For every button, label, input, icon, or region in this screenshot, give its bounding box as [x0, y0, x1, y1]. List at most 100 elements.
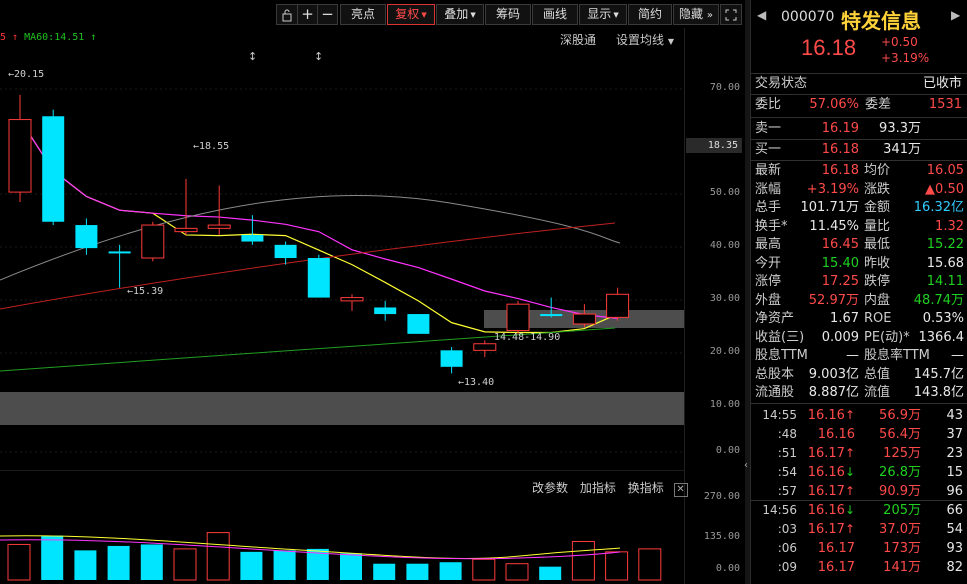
- quote-field-row: 最高 16.45 最低 15.22: [751, 236, 967, 254]
- zoom-out-icon[interactable]: −: [317, 4, 338, 25]
- candle-body: [340, 297, 364, 302]
- field-value: 52.97万: [808, 292, 859, 308]
- hide-button[interactable]: 隐藏 »: [673, 4, 719, 25]
- drag-arrow-1: ↕: [248, 50, 257, 63]
- change-params-button[interactable]: 改参数: [532, 481, 568, 495]
- zoom-in-icon[interactable]: +: [297, 4, 318, 25]
- tick-row[interactable]: 14:55 16.16↑ 56.9万 43: [751, 406, 967, 425]
- tick-row[interactable]: :03 16.17↑ 37.0万 54: [751, 520, 967, 539]
- chart-toolbar: + − 亮点 复权 ▼ 叠加 ▼ 筹码 画线 显示 ▼ 简约 隐藏 »: [0, 0, 745, 28]
- candle-body: [108, 251, 131, 254]
- tick-row[interactable]: :51 16.17↑ 125万 23: [751, 444, 967, 463]
- tick-time: :57: [777, 484, 797, 498]
- quote-field-row: 股息TTM — 股息率TTM —: [751, 347, 967, 365]
- tick-price: 16.17↑: [807, 484, 855, 499]
- kline-chart-pane[interactable]: + − 亮点 复权 ▼ 叠加 ▼ 筹码 画线 显示 ▼ 简约 隐藏 » 5 ↑ MA6…: [0, 0, 745, 584]
- volume-bar: [7, 543, 31, 581]
- restore-rights-dropdown[interactable]: 复权 ▼: [387, 4, 435, 25]
- volume-bar: [173, 548, 197, 581]
- candle: [572, 304, 596, 328]
- add-indicator-button[interactable]: 加指标: [580, 481, 616, 495]
- field-value: 16.32亿: [913, 200, 964, 215]
- sell1-row[interactable]: 卖一 16.19 93.3万: [751, 120, 967, 138]
- field-label: 最高: [755, 237, 782, 252]
- field-value: 15.40: [821, 255, 859, 271]
- field-value: 0.53%: [922, 311, 964, 326]
- up-arrow-icon: ↑: [844, 522, 855, 536]
- tick-row[interactable]: :06 16.17 173万 93: [751, 539, 967, 558]
- candle: [307, 254, 330, 298]
- candle: [473, 340, 497, 357]
- quote-field-row: 涨停 17.25 跌停 14.11: [751, 273, 967, 291]
- price-axis-tick: 70.00: [709, 82, 740, 93]
- volume-chart[interactable]: [0, 500, 684, 584]
- field-value: 14.11: [926, 274, 964, 289]
- stock-name[interactable]: 特发信息: [841, 5, 921, 34]
- switch-indicator-button[interactable]: 换指标: [628, 481, 664, 495]
- price-change-pct: +3.19%: [881, 51, 930, 65]
- tick-count: 43: [946, 408, 963, 423]
- volume-bar: [74, 550, 97, 580]
- volume-bar: [571, 540, 595, 581]
- candle: [506, 300, 530, 334]
- candle-body: [374, 307, 397, 315]
- tick-count: 96: [946, 484, 963, 499]
- trade-status-row: 交易状态 已收市: [755, 76, 962, 91]
- field-value: ▲0.50: [925, 181, 964, 197]
- candle-body: [473, 343, 497, 351]
- quote-field-row: 涨幅 +3.19% 涨跌 ▲0.50: [751, 181, 967, 199]
- prev-stock-icon[interactable]: ◀: [757, 8, 766, 22]
- tick-row[interactable]: :57 16.17↑ 90.9万 96: [751, 482, 967, 501]
- price-axis-tick: 0.00: [715, 445, 740, 456]
- volume-axis-tick: 270.00: [703, 491, 740, 502]
- quote-field-row: 最新 16.18 均价 16.05: [751, 162, 967, 180]
- tick-time: :54: [777, 465, 797, 479]
- field-label: 跌停: [864, 274, 891, 289]
- candle-body: [141, 224, 165, 259]
- field-value: 15.68: [926, 255, 964, 271]
- highlight-button[interactable]: 亮点: [340, 4, 386, 25]
- tick-time: :03: [777, 522, 797, 536]
- quote-field-row: 换手* 11.45% 量比 1.32: [751, 218, 967, 236]
- field-label: 外盘: [755, 292, 782, 308]
- tick-row[interactable]: :54 16.16↓ 26.8万 15: [751, 463, 967, 482]
- field-label: 内盘: [864, 292, 891, 308]
- field-value: 16.05: [926, 163, 964, 178]
- chips-button[interactable]: 筹码: [485, 4, 531, 25]
- candle: [42, 109, 65, 226]
- next-stock-icon[interactable]: ▶: [951, 8, 960, 22]
- field-value: 9.003亿: [808, 366, 859, 382]
- display-dropdown[interactable]: 显示 ▼: [579, 4, 627, 25]
- field-label: 涨幅: [755, 181, 782, 197]
- field-label: 涨跌: [864, 181, 891, 197]
- price-annotation: ←20.15: [8, 69, 44, 80]
- quote-field-row: 收益(三) 0.009 PE(动)* 1366.4: [751, 329, 967, 347]
- tick-price: 16.16↓: [807, 503, 855, 518]
- candlestick-chart[interactable]: ←20.15 ←18.55 ←15.39 14.48-14.90 ←13.40 ↕ ↕: [0, 28, 684, 458]
- draw-line-button[interactable]: 画线: [532, 4, 578, 25]
- tick-price: 16.17: [817, 560, 855, 575]
- tick-row[interactable]: :48 16.16 56.4万 37: [751, 425, 967, 444]
- quote-field-row: 今开 15.40 昨收 15.68: [751, 255, 967, 273]
- volume-bar: [240, 551, 263, 580]
- buy1-row[interactable]: 买一 16.18 341万: [751, 141, 967, 159]
- field-value: 1.32: [935, 218, 964, 234]
- field-value: 1366.4: [918, 329, 965, 345]
- field-label: 换手*: [755, 218, 788, 234]
- tick-price: 16.17↑: [807, 446, 855, 461]
- tick-row[interactable]: :09 16.17 141万 82: [751, 558, 967, 577]
- candle: [540, 297, 563, 318]
- close-icon[interactable]: ✕: [673, 483, 688, 497]
- tick-price: 16.17: [817, 541, 855, 556]
- lock-icon[interactable]: [276, 4, 298, 25]
- field-label: 涨停: [755, 274, 782, 289]
- simple-mode-button[interactable]: 简约: [628, 4, 672, 25]
- expand-icon[interactable]: [720, 4, 742, 25]
- candle: [440, 347, 463, 374]
- field-label: 均价: [864, 163, 891, 178]
- tick-row[interactable]: 14:56 16.16↓ 205万 66: [751, 501, 967, 520]
- field-label: 股息率TTM: [864, 348, 930, 363]
- overlay-dropdown[interactable]: 叠加 ▼: [436, 4, 484, 25]
- field-label: 最低: [864, 237, 891, 252]
- field-value: 16.18: [821, 163, 859, 178]
